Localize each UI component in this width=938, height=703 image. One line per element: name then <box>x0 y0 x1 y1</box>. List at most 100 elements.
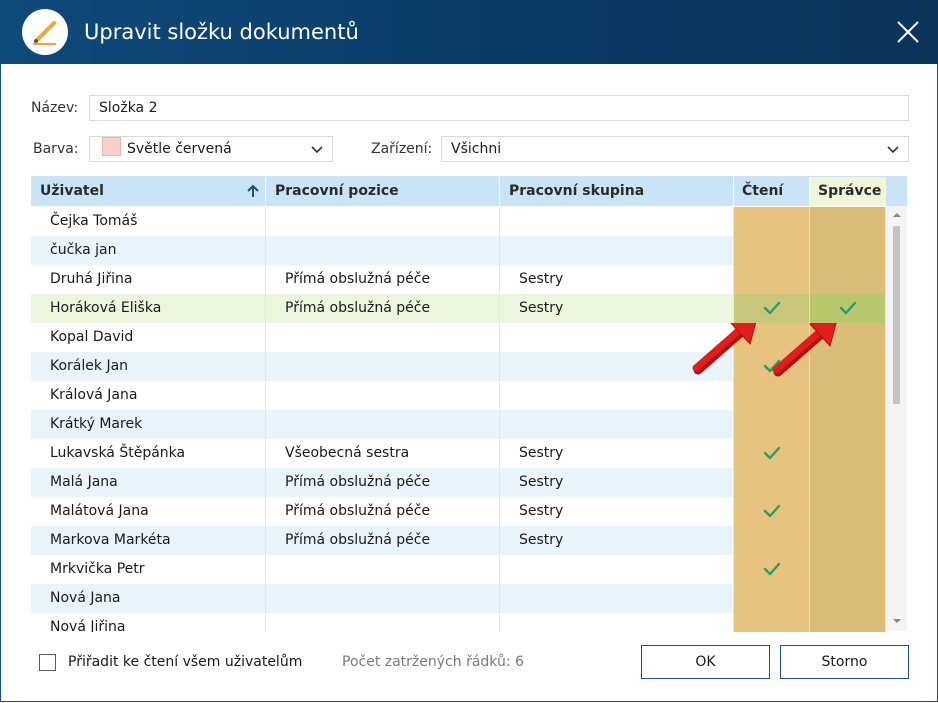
name-input[interactable]: Složka 2 <box>89 95 909 121</box>
admin-permission-cell[interactable] <box>810 555 886 584</box>
name-label: Název: <box>31 100 79 116</box>
admin-permission-cell[interactable] <box>810 207 886 236</box>
read-permission-cell[interactable] <box>734 526 810 555</box>
arrow-up-icon <box>247 184 259 197</box>
group-cell <box>500 236 734 265</box>
table-row[interactable]: Králová Jana <box>31 381 886 410</box>
admin-permission-cell[interactable] <box>810 584 886 613</box>
ok-button[interactable]: OK <box>641 645 770 679</box>
position-cell: Přímá obslužná péče <box>266 468 500 497</box>
admin-permission-cell[interactable] <box>810 323 886 352</box>
scroll-up-icon[interactable] <box>892 211 902 219</box>
read-permission-cell[interactable] <box>734 497 810 526</box>
table-row[interactable]: Nová Jana <box>31 584 886 613</box>
column-header-position[interactable]: Pracovní pozice <box>266 177 500 206</box>
table-row[interactable]: Markova Markéta Přímá obslužná péče Sestry <box>31 526 886 555</box>
group-cell: Sestry <box>500 439 734 468</box>
read-permission-cell[interactable] <box>734 207 810 236</box>
column-header-user[interactable]: Uživatel <box>31 177 266 206</box>
column-header-admin[interactable]: Správce <box>810 177 886 206</box>
table-row[interactable]: Malátová Jana Přímá obslužná péče Sestry <box>31 497 886 526</box>
user-cell: čučka jan <box>31 236 266 265</box>
table-row[interactable]: Nová Jiřina <box>31 613 886 632</box>
read-permission-cell[interactable] <box>734 468 810 497</box>
user-cell: Králová Jana <box>31 381 266 410</box>
assign-all-checkbox[interactable] <box>39 654 56 671</box>
user-cell: Korálek Jan <box>31 352 266 381</box>
scrollbar-thumb[interactable] <box>893 226 900 404</box>
position-cell <box>266 613 500 632</box>
read-permission-cell[interactable] <box>734 410 810 439</box>
read-permission-cell[interactable] <box>734 294 810 323</box>
table-row[interactable]: Kopal David <box>31 323 886 352</box>
color-swatch <box>102 137 121 156</box>
user-cell: Kopal David <box>31 323 266 352</box>
admin-permission-cell[interactable] <box>810 381 886 410</box>
checkmark-icon <box>763 301 780 315</box>
position-cell: Přímá obslužná péče <box>266 526 500 555</box>
admin-permission-cell[interactable] <box>810 497 886 526</box>
admin-permission-cell[interactable] <box>810 526 886 555</box>
read-permission-cell[interactable] <box>734 555 810 584</box>
assign-all-label[interactable]: Přiřadit ke čtení všem uživatelům <box>68 654 302 670</box>
read-permission-cell[interactable] <box>734 265 810 294</box>
table-row[interactable]: Korálek Jan <box>31 352 886 381</box>
group-cell <box>500 584 734 613</box>
table-row[interactable]: Druhá Jiřina Přímá obslužná péče Sestry <box>31 265 886 294</box>
position-cell <box>266 323 500 352</box>
checkmark-icon <box>763 359 780 373</box>
group-cell: Sestry <box>500 265 734 294</box>
table-header: Uživatel Pracovní pozice Pracovní skupin… <box>31 177 907 206</box>
table-row[interactable]: Lukavská Štěpánka Všeobecná sestra Sestry <box>31 439 886 468</box>
user-cell: Markova Markéta <box>31 526 266 555</box>
color-select[interactable]: Světle červená <box>89 136 333 162</box>
close-button[interactable] <box>892 16 924 48</box>
group-cell <box>500 207 734 236</box>
read-permission-cell[interactable] <box>734 613 810 632</box>
user-cell: Malá Jana <box>31 468 266 497</box>
admin-permission-cell[interactable] <box>810 236 886 265</box>
read-permission-cell[interactable] <box>734 439 810 468</box>
read-permission-cell[interactable] <box>734 236 810 265</box>
admin-permission-cell[interactable] <box>810 410 886 439</box>
position-cell <box>266 555 500 584</box>
admin-permission-cell[interactable] <box>810 265 886 294</box>
device-select[interactable]: Všichni <box>441 136 909 162</box>
group-cell <box>500 381 734 410</box>
table-row[interactable]: Krátký Marek <box>31 410 886 439</box>
position-cell: Všeobecná sestra <box>266 439 500 468</box>
table-row[interactable]: Malá Jana Přímá obslužná péče Sestry <box>31 468 886 497</box>
checkmark-icon <box>839 301 856 315</box>
read-permission-cell[interactable] <box>734 352 810 381</box>
admin-permission-cell[interactable] <box>810 439 886 468</box>
read-permission-cell[interactable] <box>734 323 810 352</box>
admin-permission-cell[interactable] <box>810 613 886 632</box>
admin-permission-cell[interactable] <box>810 352 886 381</box>
table-row[interactable]: Mrkvička Petr <box>31 555 886 584</box>
group-cell <box>500 555 734 584</box>
table-row[interactable]: čučka jan <box>31 236 886 265</box>
pencil-icon <box>22 9 68 55</box>
table-row[interactable]: Čejka Tomáš <box>31 207 886 236</box>
scroll-down-icon[interactable] <box>892 617 902 625</box>
read-permission-cell[interactable] <box>734 381 810 410</box>
column-header-read[interactable]: Čtení <box>734 177 810 206</box>
table-row[interactable]: Horáková Eliška Přímá obslužná péče Sestry <box>31 294 886 323</box>
chevron-down-icon <box>887 146 899 154</box>
read-permission-cell[interactable] <box>734 584 810 613</box>
column-header-group[interactable]: Pracovní skupina <box>500 177 734 206</box>
user-cell: Nová Jiřina <box>31 613 266 632</box>
position-cell <box>266 207 500 236</box>
vertical-scrollbar[interactable] <box>886 206 907 631</box>
admin-permission-cell[interactable] <box>810 294 886 323</box>
cancel-button[interactable]: Storno <box>780 645 909 679</box>
group-cell: Sestry <box>500 526 734 555</box>
position-cell <box>266 584 500 613</box>
checkmark-icon <box>763 562 780 576</box>
position-cell <box>266 236 500 265</box>
users-table: Uživatel Pracovní pozice Pracovní skupin… <box>31 176 907 632</box>
user-cell: Horáková Eliška <box>31 294 266 323</box>
admin-permission-cell[interactable] <box>810 468 886 497</box>
color-label: Barva: <box>33 141 79 157</box>
position-cell <box>266 381 500 410</box>
